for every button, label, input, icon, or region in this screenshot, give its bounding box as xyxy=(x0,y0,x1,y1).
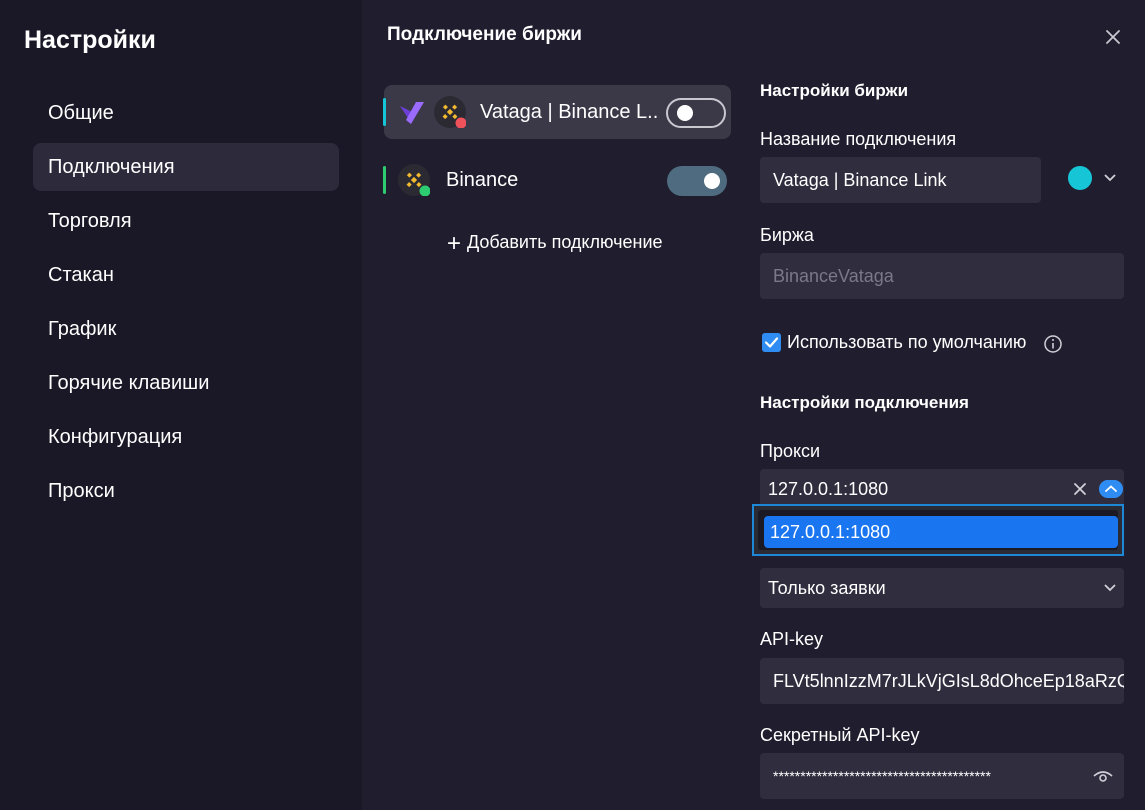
toggle-knob xyxy=(704,173,720,189)
exchange-settings-title: Настройки биржи xyxy=(760,81,909,100)
proxy-dropdown-list: 127.0.0.1:1080 xyxy=(752,504,1124,556)
connection-color-bar xyxy=(383,166,386,194)
sidebar-item-trading[interactable]: Торговля xyxy=(33,197,339,245)
connection-name-input[interactable]: Vataga | Binance Link xyxy=(760,157,1041,203)
add-connection-button[interactable]: + Добавить подключение xyxy=(447,230,663,258)
exchange-label: Биржа xyxy=(760,225,814,245)
connection-color-bar xyxy=(383,98,386,126)
proxy-select[interactable]: 127.0.0.1:1080 xyxy=(760,469,1124,507)
vataga-logo-icon xyxy=(400,102,424,124)
binance-logo-icon xyxy=(398,164,430,196)
secret-key-label: Секретный API-key xyxy=(760,725,920,745)
mode-select[interactable]: Только заявки xyxy=(760,568,1124,608)
add-connection-label: Добавить подключение xyxy=(467,232,663,252)
settings-sidebar: Настройки Общие Подключения Торговля Ста… xyxy=(0,0,362,810)
sidebar-title: Настройки xyxy=(24,26,156,54)
exchange-field: BinanceVataga xyxy=(760,253,1124,299)
chevron-down-icon[interactable] xyxy=(1103,171,1117,185)
proxy-option[interactable]: 127.0.0.1:1080 xyxy=(764,516,1118,548)
connection-name-label: Название подключения xyxy=(760,129,957,149)
api-key-input[interactable]: FLVt5lnnIzzM7rJLkVjGIsL8dOhceEp18aRzQf xyxy=(760,658,1124,704)
connection-toggle[interactable] xyxy=(667,166,727,196)
use-default-label: Использовать по умолчанию xyxy=(787,332,1027,352)
sidebar-item-general[interactable]: Общие xyxy=(33,89,339,137)
sidebar-item-chart[interactable]: График xyxy=(33,305,339,353)
sidebar-item-configuration[interactable]: Конфигурация xyxy=(33,413,339,461)
use-default-checkbox[interactable] xyxy=(762,333,781,352)
sidebar-item-orderbook[interactable]: Стакан xyxy=(33,251,339,299)
sidebar-item-connections[interactable]: Подключения xyxy=(33,143,339,191)
chevron-up-icon[interactable] xyxy=(1099,480,1123,498)
page-title: Подключение биржи xyxy=(387,24,582,45)
connection-name: Vataga | Binance L... xyxy=(480,101,660,123)
proxy-label: Прокси xyxy=(760,441,821,461)
connection-toggle[interactable] xyxy=(666,98,726,128)
connection-item-binance[interactable]: Binance xyxy=(383,153,731,207)
chevron-down-icon[interactable] xyxy=(1103,581,1117,595)
close-icon[interactable] xyxy=(1102,26,1124,48)
info-icon[interactable] xyxy=(1043,334,1063,354)
main-panel: Подключение биржи Vataga | Binance L... xyxy=(362,0,1145,810)
connection-name: Binance xyxy=(446,169,519,191)
api-key-label: API-key xyxy=(760,629,824,649)
clear-icon[interactable] xyxy=(1072,481,1088,497)
secret-key-input[interactable]: **************************************** xyxy=(760,753,1124,799)
eye-icon[interactable] xyxy=(1092,767,1114,785)
connection-color-picker[interactable] xyxy=(1068,166,1092,190)
connection-item-vataga[interactable]: Vataga | Binance L... xyxy=(383,85,731,139)
connection-settings-title: Настройки подключения xyxy=(760,393,969,412)
mode-select-value: Только заявки xyxy=(768,578,886,598)
sidebar-item-proxy[interactable]: Прокси xyxy=(33,467,339,515)
sidebar-item-hotkeys[interactable]: Горячие клавиши xyxy=(33,359,339,407)
toggle-knob xyxy=(677,105,693,121)
plus-icon: + xyxy=(447,230,462,257)
binance-logo-icon xyxy=(434,96,466,128)
